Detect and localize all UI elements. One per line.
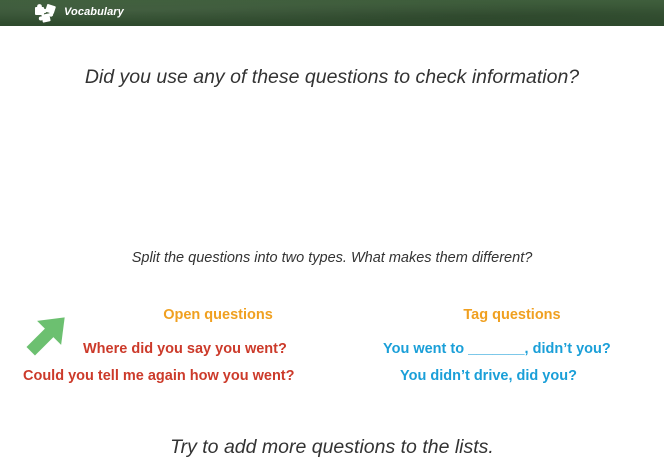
tag-questions-heading: Tag questions (463, 307, 561, 323)
question-heading: Did you use any of these questions to ch… (84, 66, 580, 88)
green-arrow-icon (26, 317, 65, 356)
puzzle-piece-icon (35, 4, 56, 23)
header-title: Vocabulary (64, 6, 124, 18)
open-questions-heading: Open questions (163, 307, 273, 323)
open-question-item: Where did you say you went? (83, 341, 287, 357)
instruction-text: Split the questions into two types. What… (131, 250, 533, 266)
closing-text: Try to add more questions to the lists. (170, 436, 494, 458)
tag-question-item: You went to _______, didn’t you? (383, 341, 611, 357)
tag-question-item: You didn’t drive, did you? (400, 368, 577, 384)
open-question-item: Could you tell me again how you went? (23, 368, 295, 384)
